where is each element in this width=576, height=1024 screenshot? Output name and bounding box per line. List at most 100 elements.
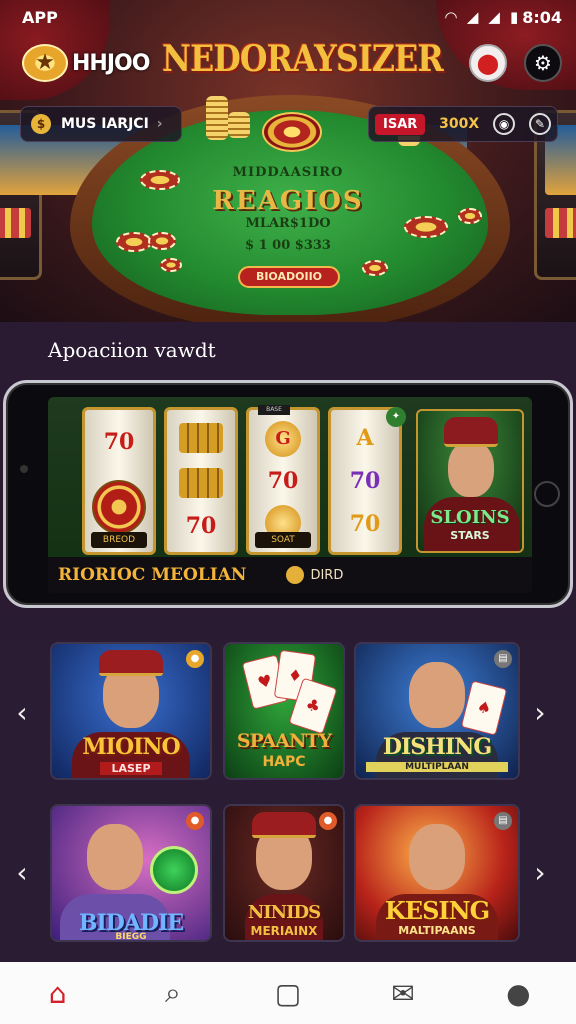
game-title: MIOINO	[82, 734, 180, 760]
logo-text: HHJOO	[72, 50, 150, 76]
character-card[interactable]: SLOINS STARS	[416, 409, 524, 553]
table-text: $ 1 00 $333	[245, 238, 331, 253]
reel-label: BREOD	[91, 532, 147, 548]
carousel-prev-button[interactable]: ‹	[8, 692, 36, 732]
reel-symbol: G	[265, 421, 301, 458]
coin-badge-icon: ●	[186, 650, 204, 668]
gear-icon: ⚙	[534, 51, 552, 75]
nav-home[interactable]: ⌂	[28, 968, 88, 1018]
brand-title: NEDORAYSIZER	[162, 38, 444, 80]
wifi-icon: ◠	[445, 8, 457, 26]
game-title: SPAANTY	[236, 730, 332, 752]
status-time: 8:04	[522, 7, 562, 27]
slot-reel: 70 BREOD	[82, 407, 156, 555]
edit-icon[interactable]: ✎	[528, 113, 551, 135]
coin-icon	[286, 566, 305, 584]
character-face	[448, 441, 494, 497]
star-coin-icon: ★	[22, 44, 68, 82]
slot-reel: 70	[164, 407, 238, 555]
drum-icon	[179, 467, 223, 498]
game-title: NINIDS	[247, 902, 321, 923]
nav-inbox[interactable]: ✉	[373, 968, 433, 1018]
game-tile[interactable]: ● BIDADIE BIEGG	[50, 804, 212, 942]
game-tile[interactable]: ▤ KESING MALTIPAANS	[354, 804, 520, 942]
chat-icon: ▢	[274, 976, 302, 1010]
chip-icon	[160, 258, 182, 272]
reel-symbol: 70	[103, 428, 135, 455]
featured-game-title: RIORIOC MEOLIAN	[58, 565, 247, 585]
game-subtitle: HAPC	[262, 754, 306, 770]
nav-chat[interactable]: ▢	[258, 968, 318, 1018]
game-tile[interactable]: ● NINIDS MERIAINX	[223, 804, 345, 942]
table-text: MLAR$1DO	[245, 216, 331, 231]
balance-pill[interactable]: $ MUS IARJCI ›	[20, 106, 182, 142]
featured-game-screen[interactable]: 70 BREOD 70 G 70 SOAT A 70 70 BASE ✦ SLO…	[48, 397, 532, 593]
flame-badge-icon: ●	[319, 812, 337, 830]
reel-symbol: 70	[349, 467, 381, 494]
flame-badge-icon: ●	[186, 812, 204, 830]
home-icon: ⌂	[48, 976, 67, 1010]
carousel-next-button[interactable]: ›	[526, 692, 554, 732]
coin-stack-icon	[206, 96, 228, 140]
character-subtitle: STARS	[450, 529, 490, 542]
menu-badge-icon: ▤	[494, 812, 512, 830]
carousel-prev-button[interactable]: ‹	[8, 852, 36, 892]
game-tile[interactable]: ♥ ♦ ♣ SPAANTY HAPC	[223, 642, 345, 780]
character-face	[409, 824, 465, 890]
game-subtitle: MALTIPAANS	[398, 924, 476, 937]
user-icon: ●	[506, 976, 531, 1010]
reward-badge[interactable]: ISAR	[375, 113, 426, 135]
fez-hat-icon	[252, 812, 316, 838]
game-subtitle: MERIAINX	[250, 924, 318, 938]
battery-icon: ▮	[509, 8, 519, 26]
reel-label: SOAT	[255, 532, 311, 548]
game-subtitle: LASEP	[100, 762, 162, 775]
reel-symbol: 70	[349, 511, 381, 538]
section-title: Apoaciion vawdt	[48, 338, 216, 362]
sparkle-icon: ✦	[386, 407, 406, 427]
character-face	[87, 824, 144, 890]
nav-profile[interactable]: ●	[488, 968, 548, 1018]
featured-game-card[interactable]: 70 BREOD 70 G 70 SOAT A 70 70 BASE ✦ SLO…	[3, 380, 573, 608]
game-tile[interactable]: ● MIOINO LASEP	[50, 642, 212, 780]
game-title: DISHING	[382, 734, 492, 760]
app-logo[interactable]: ★ HHJOO	[22, 44, 150, 82]
coin-icon: $	[31, 114, 51, 134]
camera-dot	[20, 465, 28, 473]
wheel-icon	[92, 479, 146, 534]
chevron-right-icon: ›	[156, 116, 163, 132]
table-play-button[interactable]: BIOADOIIO	[238, 266, 340, 288]
game-tile[interactable]: ♠ ▤ DISHING MULTIPLAAN	[354, 642, 520, 780]
fez-hat-icon	[444, 417, 498, 447]
drum-icon	[179, 423, 223, 454]
signal-icon: ◢	[466, 8, 479, 26]
character-title: SLOINS	[430, 507, 510, 528]
inbox-icon: ✉	[391, 976, 415, 1010]
table-text: MIDDAASIRO	[232, 165, 344, 180]
menu-badge-icon: ▤	[494, 650, 512, 668]
reel-tag: BASE	[258, 405, 290, 415]
roulette-icon	[262, 112, 322, 152]
bottom-navigation: ⌂ ⌕ ▢ ✉ ●	[0, 962, 576, 1024]
chevron-right-icon: ›	[534, 695, 546, 729]
chevron-right-icon: ›	[534, 855, 546, 889]
status-bar: APP ◠ ◢ ◢ ▮ 8:04	[0, 0, 576, 34]
settings-button[interactable]: ⚙	[524, 44, 562, 82]
game-title: KESING	[384, 896, 490, 925]
status-app-label: APP	[22, 7, 58, 27]
chip-icon[interactable]: ◉	[493, 113, 516, 135]
slot-reel: A 70 70	[328, 407, 402, 555]
home-button-decoration	[534, 481, 560, 507]
chevron-left-icon: ‹	[16, 695, 28, 729]
game-subtitle: BIEGG	[115, 932, 147, 942]
rewards-pill[interactable]: ISAR 300X ◉ ✎	[368, 106, 558, 142]
profile-button[interactable]: ⬤	[469, 44, 507, 82]
profile-badge-icon: ⬤	[476, 51, 500, 75]
reel-symbol: A	[356, 424, 374, 451]
coin-stack-icon	[228, 112, 250, 138]
nav-search[interactable]: ⌕	[143, 968, 203, 1018]
carousel-next-button[interactable]: ›	[526, 852, 554, 892]
character-face	[409, 662, 465, 728]
multiplier-label: 300X	[439, 116, 480, 132]
signal-icon: ◢	[488, 8, 500, 26]
